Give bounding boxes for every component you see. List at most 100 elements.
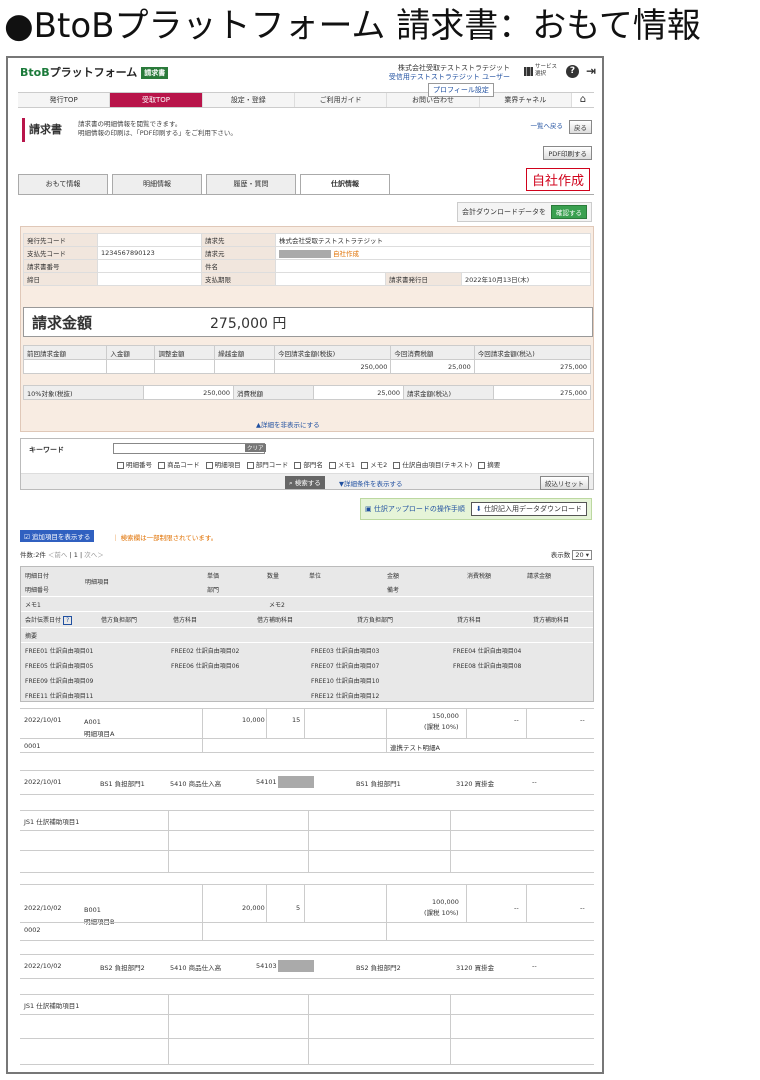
hide-detail-link[interactable]: ▲詳細を非表示にする bbox=[256, 419, 320, 429]
row1-tax: -- bbox=[514, 716, 519, 724]
checkbox[interactable] bbox=[478, 461, 486, 469]
page-heading: ●BtoBプラットフォーム 請求書：おもて情報 bbox=[4, 6, 701, 46]
pagination: 件数:2件 ＜前へ | 1 | 次へ＞ bbox=[20, 551, 104, 559]
logo-suffix: プラットフォーム bbox=[49, 66, 138, 79]
checkbox[interactable] bbox=[117, 461, 124, 469]
value-total: 275,000 bbox=[493, 385, 591, 400]
search-button[interactable]: ⌕ 検索する bbox=[285, 476, 325, 489]
nav-item-guide[interactable]: ご利用ガイド bbox=[294, 93, 388, 107]
display-count-label: 表示数 bbox=[550, 551, 571, 559]
clear-button[interactable]: クリア bbox=[245, 444, 266, 452]
profile-settings-link[interactable]: プロフィール設定 bbox=[428, 83, 494, 97]
amount-label: 請求金額 bbox=[32, 314, 93, 332]
label-issue-date: 請求書発行日 bbox=[385, 272, 462, 286]
pdf-print-button[interactable]: PDF印刷する bbox=[543, 146, 592, 160]
row1-number: 0001 bbox=[24, 742, 41, 750]
desc-line-1: 請求書の明細情報を閲覧できます。 bbox=[78, 120, 182, 128]
row1-item: 明細項目A bbox=[84, 730, 115, 738]
help-icon[interactable]: ? bbox=[62, 616, 73, 625]
row2-qty: 5 bbox=[296, 904, 301, 912]
back-to-list-link[interactable]: 一覧へ戻る bbox=[531, 120, 564, 134]
checkbox[interactable] bbox=[246, 461, 254, 469]
keyword-label: キーワード bbox=[29, 446, 64, 454]
nav-item-receive-top[interactable]: 受取TOP bbox=[110, 93, 203, 107]
summary-tax-value: 25,000 bbox=[390, 359, 475, 374]
nav-item-issue-top[interactable]: 発行TOP bbox=[18, 93, 111, 107]
checkbox[interactable] bbox=[361, 461, 369, 469]
row1-summary: JS1 仕訳補助項目1 bbox=[24, 818, 80, 826]
help-icon[interactable]: ? bbox=[565, 64, 579, 78]
row2-debit-sub: 54103 bbox=[256, 962, 277, 970]
top-links: 一覧へ戻る 戻る bbox=[531, 120, 592, 134]
checkbox[interactable] bbox=[393, 461, 401, 469]
self-made-badge: 自社作成 bbox=[333, 250, 359, 258]
checkbox[interactable] bbox=[294, 461, 302, 469]
upload-manual-link[interactable]: ▣ 仕訳アップロードの操作手順 bbox=[365, 504, 465, 514]
row1-tax-note: (課税 10%) bbox=[424, 723, 459, 731]
checkbox[interactable] bbox=[328, 461, 336, 469]
summary-current-ex-value: 250,000 bbox=[274, 359, 392, 374]
redacted-block bbox=[278, 776, 314, 788]
label-tax: 消費税額 bbox=[233, 385, 314, 400]
restriction-notice: ｜ 検索欄は一部制限されています。 bbox=[112, 534, 218, 542]
row1-debit-acct: 5410 商品仕入高 bbox=[170, 780, 222, 788]
tab-detail-info[interactable]: 明細情報 bbox=[112, 174, 202, 194]
tab-journal-info[interactable]: 仕訳情報 bbox=[300, 174, 390, 194]
page-number[interactable]: 1 bbox=[74, 551, 78, 559]
billing-from-value: 自社作成 bbox=[275, 246, 591, 260]
tab-front-info[interactable]: おもて情報 bbox=[18, 174, 108, 194]
summary-current-in-value: 275,000 bbox=[473, 359, 592, 374]
row1-amount: 150,000 bbox=[432, 712, 459, 720]
row2-number: 0002 bbox=[24, 926, 41, 934]
checkbox[interactable] bbox=[205, 461, 213, 469]
back-button[interactable]: 戻る bbox=[569, 120, 592, 134]
row1-date: 2022/10/01 bbox=[24, 716, 62, 724]
company-user[interactable]: 受信用テストストラテジット bbox=[389, 73, 480, 81]
tax-summary-table: 10%対象(税抜) 250,000 消費税額 25,000 請求金額(税込) 2… bbox=[23, 385, 591, 400]
row1-credit-acct: 3120 買掛金 bbox=[456, 780, 495, 788]
self-made-label: 自社作成 bbox=[525, 168, 590, 191]
download-icon: ⬇ bbox=[475, 505, 482, 513]
journal-download-button[interactable]: ⬇ 仕訳記入用データダウンロード bbox=[470, 502, 587, 516]
nav-item-settings[interactable]: 設定・登録 bbox=[202, 93, 295, 107]
keyword-footer: ⌕ 検索する ▼詳細条件を表示する 絞込リセット bbox=[21, 473, 593, 490]
row1-qty: 15 bbox=[292, 716, 301, 724]
logout-icon[interactable]: ⇥ bbox=[586, 64, 596, 78]
invoice-info-table: 発行先コード 請求先 株式会社受取テストストラテジット 支払先コード 12345… bbox=[23, 233, 591, 286]
home-icon[interactable]: ⌂ bbox=[572, 93, 594, 107]
accounting-download-label: 会計ダウンロードデータを bbox=[462, 208, 546, 216]
row1-credit-sub: -- bbox=[532, 778, 537, 786]
service-select-button[interactable]: サービス選択 bbox=[523, 64, 559, 78]
result-count: 件数:2件 bbox=[20, 551, 46, 559]
summary-table: 前回請求金額 入金額 調整金額 繰越金額 今回請求金額(税抜) 今回消費税額 今… bbox=[22, 345, 592, 374]
label-payee-code: 支払先コード bbox=[23, 246, 98, 260]
page-description: 請求書の明細情報を閲覧できます。 明細情報の印刷は、「PDF印刷する」をご利用下… bbox=[78, 120, 237, 138]
service-label: サービス選択 bbox=[534, 64, 557, 77]
label-subject: 件名 bbox=[201, 259, 276, 273]
user-link[interactable]: ユーザー bbox=[482, 73, 510, 81]
show-additional-checkbox[interactable]: ☑ 追加項目を表示する bbox=[20, 530, 95, 542]
row1-acct-date: 2022/10/01 bbox=[24, 778, 62, 786]
tab-history[interactable]: 履歴・質問 bbox=[206, 174, 296, 194]
prev-link[interactable]: ＜前へ bbox=[48, 551, 68, 559]
row1-code: A001 bbox=[84, 718, 101, 726]
company-info: 株式会社受取テストストラテジット 受信用テストストラテジット ユーザー bbox=[389, 64, 510, 82]
row2-code: B001 bbox=[84, 906, 101, 914]
row1-debit-dept: BS1 負担部門1 bbox=[100, 780, 145, 788]
app-logo[interactable]: BtoBプラットフォーム 請求書 bbox=[20, 64, 169, 80]
reset-filter-button[interactable]: 絞込リセット bbox=[540, 476, 589, 490]
row2-item: 明細項目B bbox=[84, 918, 115, 926]
summary-header-tax: 今回消費税額 bbox=[390, 345, 475, 360]
confirm-button[interactable]: 確認する bbox=[551, 205, 587, 219]
tab-bar: おもて情報 明細情報 履歴・質問 仕訳情報 bbox=[18, 174, 584, 194]
keyword-input[interactable] bbox=[113, 443, 265, 454]
next-link[interactable]: 次へ＞ bbox=[84, 551, 104, 559]
row2-summary: JS1 仕訳補助項目1 bbox=[24, 1002, 80, 1010]
redacted-block bbox=[278, 960, 314, 972]
value-tax: 25,000 bbox=[313, 385, 404, 400]
display-count-select[interactable]: 20 ▾ bbox=[572, 550, 592, 560]
advanced-search-link[interactable]: ▼詳細条件を表示する bbox=[339, 478, 403, 488]
summary-header-paid: 入金額 bbox=[106, 345, 156, 360]
checkbox[interactable] bbox=[158, 461, 166, 469]
label-billing-to: 請求先 bbox=[201, 233, 276, 247]
